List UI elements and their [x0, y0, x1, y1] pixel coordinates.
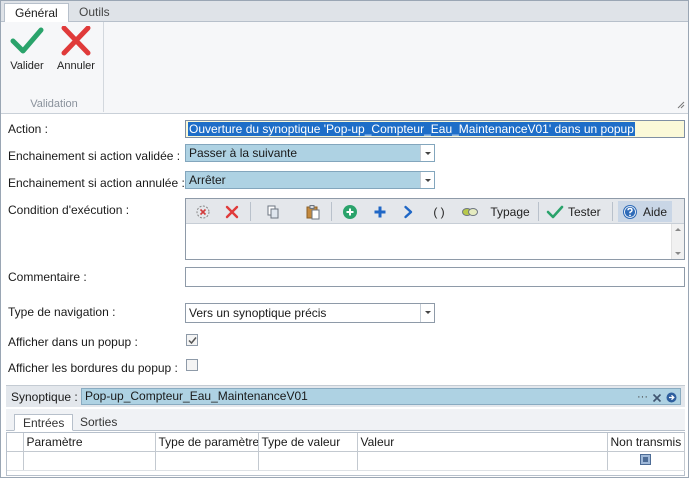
column-header-parametre[interactable]: Paramètre [23, 433, 156, 452]
parameter-tabs: Entrées Sorties [6, 409, 685, 431]
tester-label: Tester [568, 204, 601, 219]
resize-grip-icon[interactable] [677, 101, 685, 109]
on-cancel-label: Enchainement si action annulée : [8, 176, 185, 190]
toolbar-separator [250, 202, 251, 221]
condition-editor: ( ) Typage Tester Aide [185, 198, 685, 260]
action-editor-window: Général Outils Valider Annuler Validatio… [0, 0, 689, 478]
synoptique-bar: Synoptique : Pop-up_Compteur_Eau_Mainten… [6, 385, 685, 407]
tab-outils[interactable]: Outils [69, 3, 120, 22]
on-valid-value: Passer à la suivante [189, 146, 298, 160]
synoptique-value: Pop-up_Compteur_Eau_MaintenanceV01 [85, 389, 308, 403]
ribbon-group-validation: Valider Annuler Validation [4, 22, 104, 112]
nav-type-value: Vers un synoptique précis [189, 306, 327, 320]
chevron-down-icon[interactable] [420, 172, 434, 188]
on-valid-label: Enchainement si action validée : [8, 149, 181, 163]
copy-icon [267, 205, 279, 218]
link-icon [462, 207, 478, 216]
comment-field[interactable] [185, 267, 685, 287]
checkmark-icon [10, 27, 44, 54]
toolbar-separator [538, 202, 539, 221]
on-valid-dropdown[interactable]: Passer à la suivante [185, 144, 435, 162]
action-label: Action : [8, 122, 49, 136]
show-borders-checkbox[interactable] [186, 359, 198, 371]
synoptique-label: Synoptique : [11, 390, 78, 404]
cell-non-transmis[interactable] [607, 451, 685, 471]
variable-button[interactable] [459, 201, 481, 222]
on-cancel-dropdown[interactable]: Arrêter [185, 171, 435, 189]
chevron-right-icon [404, 205, 413, 218]
paste-button[interactable] [302, 201, 324, 222]
cross-icon [225, 205, 239, 218]
valider-label: Valider [10, 60, 44, 72]
clear-condition-button[interactable] [192, 201, 214, 222]
next-button[interactable] [398, 201, 418, 222]
annuler-button[interactable]: Annuler [52, 26, 100, 80]
scroll-up-icon[interactable] [675, 228, 681, 231]
on-cancel-value: Arrêter [189, 173, 226, 187]
non-transmis-checkbox[interactable] [640, 453, 651, 465]
show-popup-checkbox[interactable] [186, 334, 198, 346]
cross-icon [61, 26, 91, 56]
chevron-down-icon[interactable] [420, 145, 434, 161]
condition-scrollbar[interactable] [671, 224, 684, 259]
table-row[interactable] [7, 451, 685, 471]
aide-button[interactable]: Aide [618, 201, 672, 222]
parentheses-button[interactable]: ( ) [426, 201, 452, 222]
column-header-valeur[interactable]: Valeur [357, 433, 608, 452]
tab-general[interactable]: Général [4, 3, 69, 23]
aide-label: Aide [643, 204, 668, 219]
scroll-down-icon[interactable] [675, 252, 681, 255]
copy-button[interactable] [262, 201, 284, 222]
column-header-type-parametre[interactable]: Type de paramètre [155, 433, 259, 452]
cell-valeur[interactable] [357, 451, 608, 471]
checkmark-icon [546, 205, 564, 218]
synoptique-actions: ··· [637, 390, 677, 405]
show-popup-label: Afficher dans un popup : [8, 335, 138, 349]
tester-button[interactable]: Tester [546, 201, 606, 222]
cell-type-valeur[interactable] [258, 451, 358, 471]
show-borders-label: Afficher les bordures du popup : [8, 361, 178, 375]
action-field[interactable]: Ouverture du synoptique 'Pop-up_Compteur… [185, 120, 685, 138]
clear-icon [196, 205, 210, 218]
action-value: Ouverture du synoptique 'Pop-up_Compteur… [188, 122, 635, 136]
valider-button[interactable]: Valider [7, 26, 47, 80]
column-header-non-transmis[interactable]: Non transmis [607, 433, 685, 452]
validation-group-label: Validation [30, 98, 78, 110]
delete-button[interactable] [221, 201, 243, 222]
condition-label: Condition d'exécution : [8, 203, 130, 217]
insert-button[interactable] [369, 201, 391, 222]
close-icon[interactable] [652, 393, 662, 403]
ribbon-tab-strip: Général Outils [1, 1, 688, 23]
column-header-type-valeur[interactable]: Type de valeur [258, 433, 358, 452]
paste-icon [306, 204, 320, 219]
condition-toolbar: ( ) Typage Tester Aide [186, 199, 684, 224]
tab-entrees[interactable]: Entrées [14, 414, 74, 431]
typage-button[interactable]: Typage [488, 201, 532, 222]
go-icon[interactable] [666, 392, 677, 403]
ribbon-body: Valider Annuler Validation [1, 22, 688, 114]
cell-parametre[interactable] [23, 451, 156, 471]
nav-type-dropdown[interactable]: Vers un synoptique précis [185, 303, 435, 323]
toolbar-separator [331, 202, 332, 221]
synoptique-field[interactable]: Pop-up_Compteur_Eau_MaintenanceV01 ··· [81, 388, 681, 405]
add-button[interactable] [339, 201, 361, 222]
plus-icon [374, 206, 386, 217]
toolbar-separator [612, 202, 613, 221]
tab-sorties[interactable]: Sorties [72, 414, 125, 431]
nav-type-label: Type de navigation : [8, 305, 116, 319]
grid-header-row: Paramètre Type de paramètre Type de vale… [7, 433, 685, 452]
help-icon [623, 204, 637, 219]
chevron-down-icon[interactable] [420, 304, 434, 322]
row-header-corner [7, 433, 24, 452]
row-header[interactable] [7, 451, 24, 471]
check-icon [188, 337, 197, 345]
browse-button[interactable]: ··· [637, 390, 648, 405]
cell-type-parametre[interactable] [155, 451, 259, 471]
plus-circle-icon [343, 204, 357, 219]
annuler-label: Annuler [57, 60, 95, 72]
parameters-grid: Paramètre Type de paramètre Type de vale… [6, 432, 685, 476]
comment-label: Commentaire : [8, 270, 87, 284]
